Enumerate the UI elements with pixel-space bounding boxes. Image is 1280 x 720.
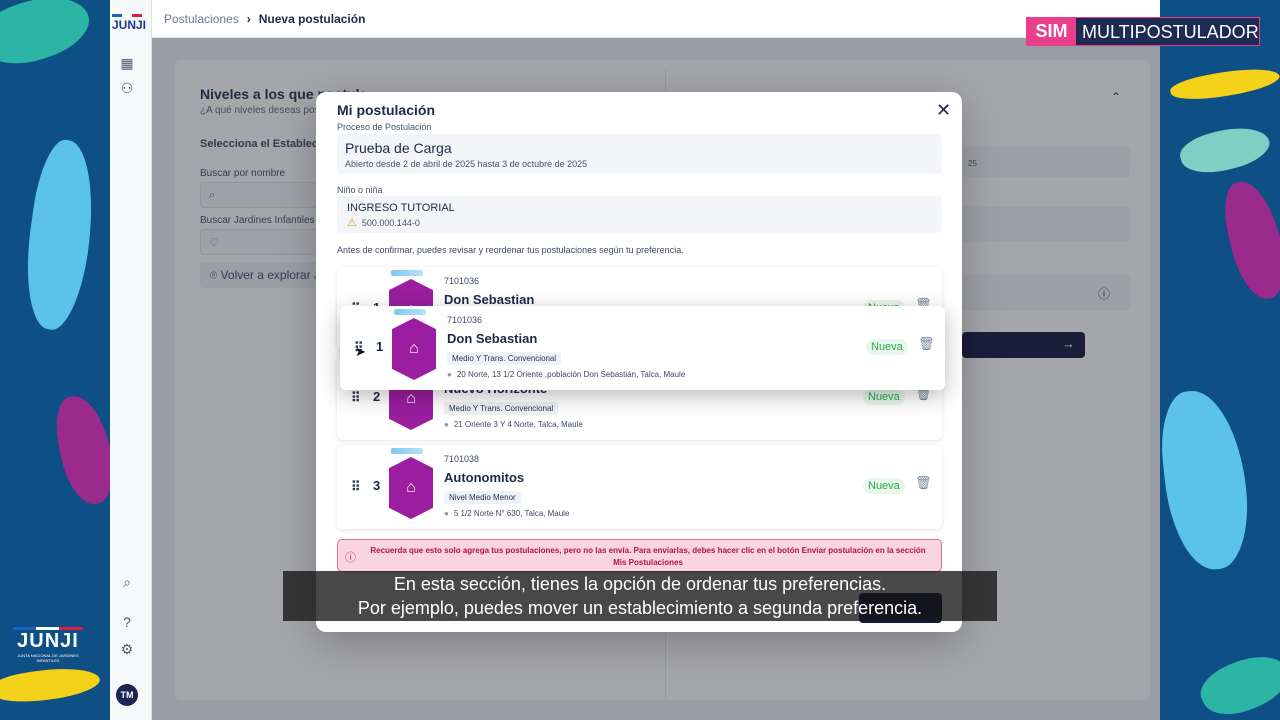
- address-text: 21 Oriente 3 Y 4 Norte, Talca, Maule: [453, 420, 583, 429]
- address: ● 5 1/2 Norte N° 630, Talca, Maule: [444, 509, 569, 518]
- alert-circle-icon: ⓘ: [345, 552, 356, 564]
- process-box: Prueba de Carga Abierto desde 2 de abril…: [337, 134, 942, 174]
- avatar[interactable]: TM: [116, 684, 138, 706]
- house-icon: ⌂: [406, 390, 416, 407]
- rank-number: 2: [373, 389, 381, 404]
- child-id-row: ⚠ 500.000.144-0: [347, 216, 420, 229]
- establishment-name: Don Sebastian: [447, 331, 538, 346]
- status-badge: Nueva: [866, 339, 908, 355]
- level-tag: Medio Y Trans. Convencional: [444, 402, 559, 415]
- pin-icon: ●: [444, 509, 449, 518]
- process-label: Proceso de Postulación: [337, 122, 432, 132]
- status-badge: Nueva: [863, 389, 905, 405]
- establishment-badge: ⌂: [392, 318, 436, 380]
- establishment-code: 7101038: [444, 454, 480, 464]
- list-item[interactable]: ⠿ 3 ⌂ 7101038 Autonomitos Nivel Medio Me…: [337, 445, 942, 529]
- process-dates: Abierto desde 2 de abril de 2025 hasta 3…: [345, 159, 588, 169]
- establishment-badge: ⌂: [389, 457, 433, 519]
- hex-ribbon: [391, 270, 423, 276]
- grid-icon[interactable]: ▦: [119, 55, 135, 71]
- junji-brand-logo: JUNJI JUNTA NACIONAL DE JARDINES INFANTI…: [10, 626, 86, 663]
- dragging-list-item[interactable]: ⠿ ➤ 1 ⌂ 7101036 Don Sebastian Medio Y Tr…: [340, 306, 945, 390]
- reorder-note: Antes de confirmar, puedes revisar y reo…: [337, 245, 684, 255]
- video-subtitles: En esta sección, tienes la opción de ord…: [283, 571, 997, 621]
- house-icon: ⌂: [409, 340, 419, 357]
- house-icon: ⌂: [406, 479, 416, 496]
- pin-icon: ●: [444, 420, 449, 429]
- sim-prefix: SIM: [1027, 18, 1076, 45]
- drag-handle-icon[interactable]: ⠿: [351, 390, 360, 406]
- close-icon[interactable]: ✕: [936, 100, 951, 121]
- top-bar: Postulaciones › Nueva postulación: [152, 0, 1160, 38]
- search-icon[interactable]: ⌕: [119, 574, 135, 590]
- breadcrumb-current: Nueva postulación: [258, 12, 366, 26]
- address-text: 5 1/2 Norte N° 630, Talca, Maule: [453, 509, 570, 518]
- modal-title: Mi postulación: [337, 102, 435, 118]
- level-tag: Nivel Medio Menor: [444, 491, 521, 504]
- sim-label: MULTIPOSTULADOR: [1082, 22, 1259, 42]
- establishment-name: Autonomitos: [444, 470, 525, 485]
- help-icon[interactable]: ?: [119, 614, 135, 630]
- child-label: Niño o niña: [337, 185, 383, 195]
- sim-badge: SIM MULTIPOSTULADOR: [1026, 17, 1260, 46]
- info-alert: ⓘ Recuerda que esto solo agrega tus post…: [337, 539, 942, 572]
- address-text: 20 Norte, 13 1/2 Oriente ,población Don …: [456, 370, 686, 379]
- hex-ribbon: [394, 309, 426, 315]
- warning-icon: ⚠: [347, 217, 357, 229]
- pin-icon: ●: [447, 370, 452, 379]
- trash-icon[interactable]: 🗑: [918, 336, 935, 352]
- address: ● 21 Oriente 3 Y 4 Norte, Talca, Maule: [444, 420, 583, 429]
- cursor-icon: ➤: [355, 344, 366, 359]
- subtitle-line-1: En esta sección, tienes la opción de ord…: [393, 574, 887, 594]
- trash-icon[interactable]: 🗑: [915, 475, 932, 491]
- subtitle-line-2: Por ejemplo, puedes mover un establecimi…: [357, 598, 923, 618]
- process-name: Prueba de Carga: [345, 140, 452, 156]
- hex-ribbon: [391, 448, 423, 454]
- establishment-code: 7101036: [447, 315, 483, 325]
- status-badge: Nueva: [863, 478, 905, 494]
- decorative-left-panel: JUNJI JUNTA NACIONAL DE JARDINES INFANTI…: [0, 0, 110, 720]
- user-icon[interactable]: ⚇: [119, 80, 135, 96]
- address: ● 20 Norte, 13 1/2 Oriente ,población Don…: [447, 370, 685, 379]
- breadcrumb-parent[interactable]: Postulaciones: [164, 12, 239, 26]
- child-box: INGRESO TUTORIAL ⚠ 500.000.144-0: [337, 196, 942, 233]
- rank-number: 1: [376, 339, 384, 354]
- chevron-right-icon: ›: [246, 12, 251, 26]
- rail-logo: JUNJI: [112, 14, 146, 32]
- level-tag: Medio Y Trans. Convencional: [447, 352, 562, 365]
- decorative-right-panel: [1160, 0, 1280, 720]
- establishment-name: Don Sebastian: [444, 292, 535, 307]
- child-id: 500.000.144-0: [361, 218, 420, 228]
- alert-text: Recuerda que esto solo agrega tus postul…: [370, 546, 926, 567]
- breadcrumb: Postulaciones › Nueva postulación: [164, 12, 365, 26]
- establishment-code: 7101036: [444, 276, 480, 286]
- side-rail: JUNJI ▦ ⚇ ⌕ ? ⚙ TM: [110, 0, 152, 720]
- rank-number: 3: [373, 478, 381, 493]
- drag-handle-icon[interactable]: ⠿: [351, 479, 360, 495]
- child-name: INGRESO TUTORIAL: [347, 202, 455, 214]
- gear-icon[interactable]: ⚙: [119, 641, 135, 657]
